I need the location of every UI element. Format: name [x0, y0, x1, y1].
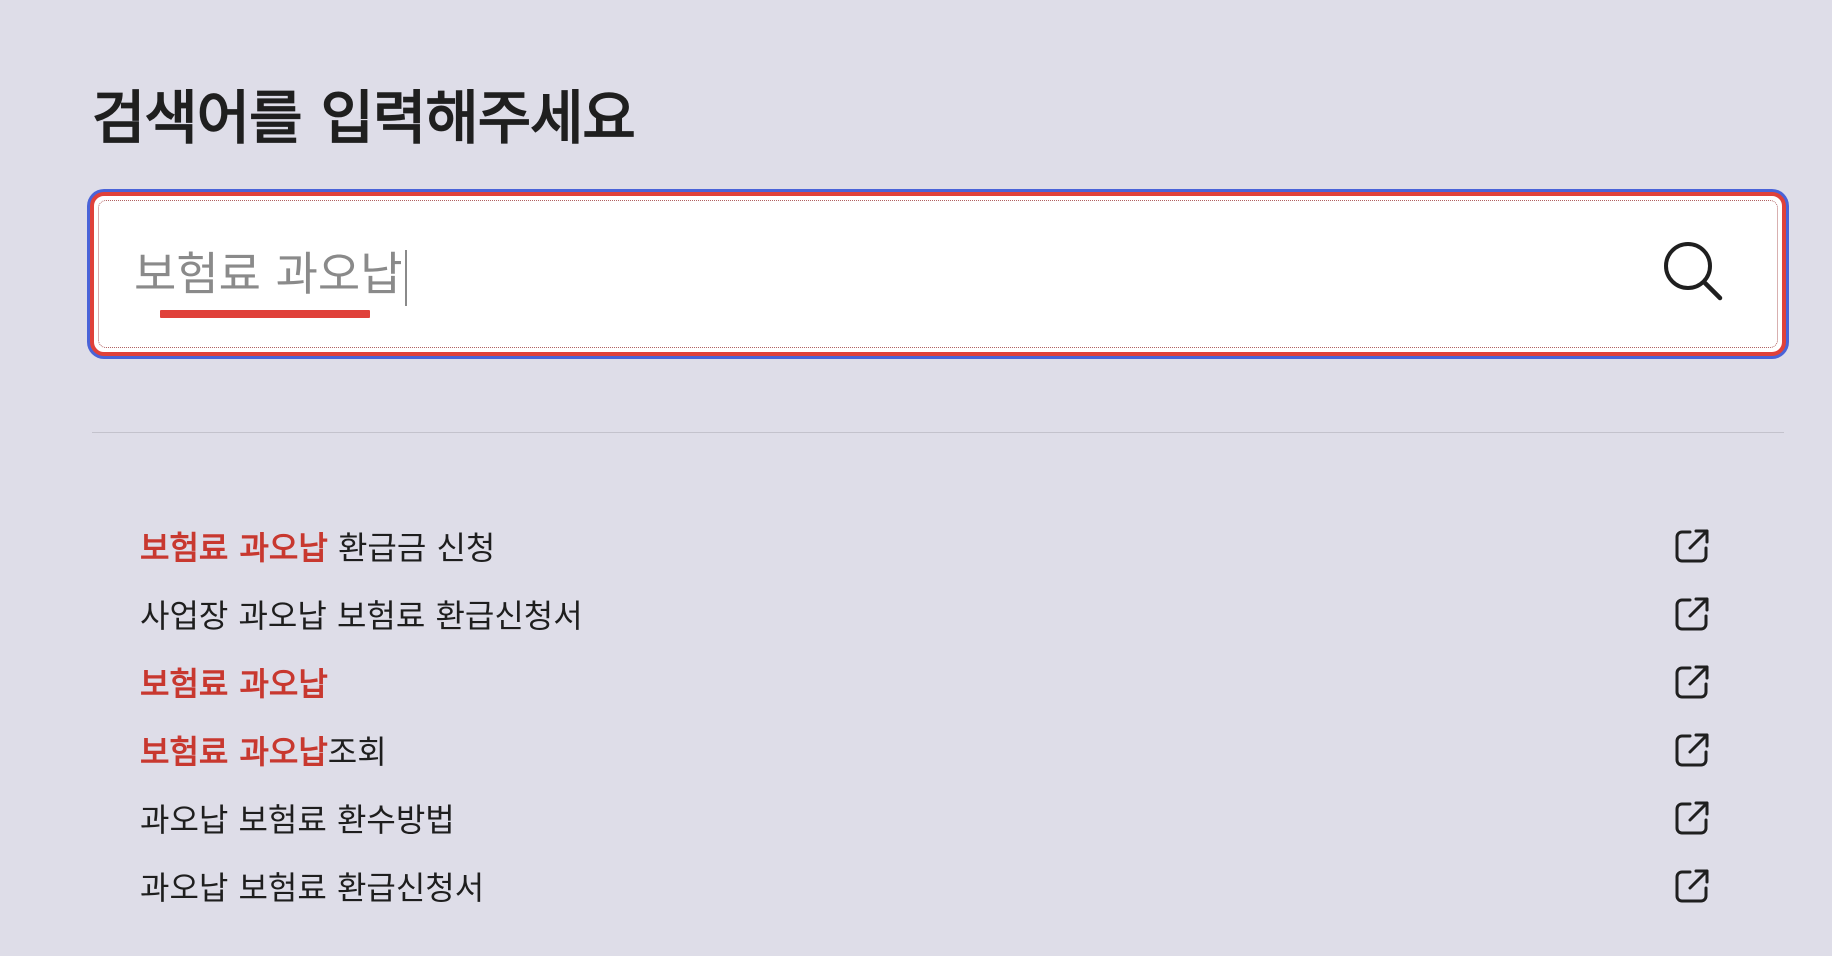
search-result-item[interactable]: 보험료 과오납 — [140, 648, 1732, 716]
result-match-highlight: 보험료 과오납 — [140, 733, 328, 771]
search-input-value: 보험료 과오납 — [134, 247, 403, 301]
ime-composition-underline — [160, 310, 370, 318]
result-match-highlight: 보험료 과오납 — [140, 529, 328, 567]
external-link-icon[interactable] — [1674, 528, 1710, 564]
external-link-icon[interactable] — [1674, 868, 1710, 904]
divider — [92, 432, 1784, 433]
external-link-icon[interactable] — [1674, 732, 1710, 768]
search-result-item[interactable]: 과오납 보험료 환급신청서 — [140, 852, 1732, 920]
text-caret — [404, 249, 407, 306]
result-rest-text: 환급금 신청 — [327, 529, 496, 567]
search-result-item[interactable]: 사업장 과오납 보험료 환급신청서 — [140, 580, 1732, 648]
search-page: 검색어를 입력해주세요 보험료 과오납 보험료 과오납 환급금 신청 사업장 과… — [0, 0, 1832, 956]
result-rest-text: 사업장 과오납 보험료 환급신청서 — [140, 597, 583, 635]
search-results-list: 보험료 과오납 환급금 신청 사업장 과오납 보험료 환급신청서 보험료 과오납… — [140, 512, 1732, 920]
search-result-item[interactable]: 보험료 과오납 환급금 신청 — [140, 512, 1732, 580]
result-text: 보험료 과오납 — [140, 659, 328, 705]
result-rest-text: 과오납 보험료 환급신청서 — [140, 869, 485, 907]
result-rest-text: 과오납 보험료 환수방법 — [140, 801, 455, 839]
page-title: 검색어를 입력해주세요 — [92, 84, 636, 152]
search-box[interactable]: 보험료 과오납 — [90, 192, 1786, 356]
search-button[interactable] — [1654, 232, 1734, 312]
result-text: 사업장 과오납 보험료 환급신청서 — [140, 591, 583, 637]
search-result-item[interactable]: 보험료 과오납조회 — [140, 716, 1732, 784]
result-text: 보험료 과오납 환급금 신청 — [140, 523, 495, 569]
result-match-highlight: 보험료 과오납 — [140, 665, 328, 703]
result-rest-text: 조회 — [327, 733, 387, 771]
search-icon — [1664, 242, 1723, 301]
result-text: 과오납 보험료 환급신청서 — [140, 863, 484, 909]
external-link-icon[interactable] — [1674, 596, 1710, 632]
result-text: 보험료 과오납조회 — [140, 727, 387, 773]
search-input[interactable]: 보험료 과오납 — [134, 234, 407, 314]
search-result-item[interactable]: 과오납 보험료 환수방법 — [140, 784, 1732, 852]
result-text: 과오납 보험료 환수방법 — [140, 795, 455, 841]
external-link-icon[interactable] — [1674, 664, 1710, 700]
external-link-icon[interactable] — [1674, 800, 1710, 836]
